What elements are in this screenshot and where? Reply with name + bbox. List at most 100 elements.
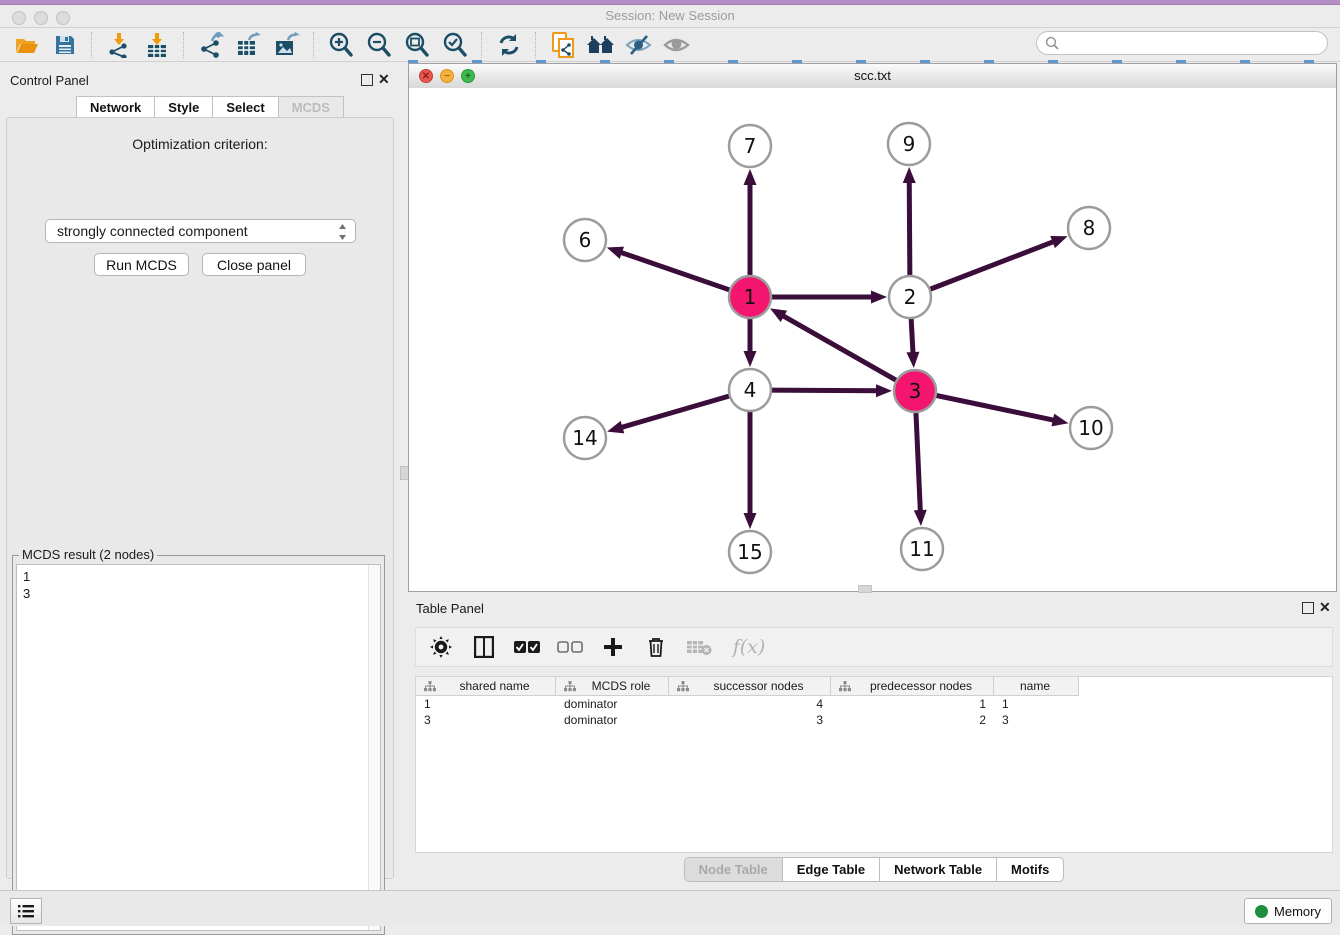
- tab-edge-table[interactable]: Edge Table: [782, 857, 879, 882]
- tab-mcds[interactable]: MCDS: [278, 96, 344, 119]
- add-row-button[interactable]: [600, 634, 626, 660]
- task-history-button[interactable]: [10, 898, 42, 924]
- column-header-successor-nodes[interactable]: successor nodes: [669, 677, 831, 696]
- cell-shared-name[interactable]: 3: [416, 713, 556, 727]
- export-image-button[interactable]: [268, 30, 306, 60]
- mcds-result-group: MCDS result (2 nodes) 1 3: [12, 555, 385, 935]
- column-header-predecessor-nodes[interactable]: predecessor nodes: [831, 677, 994, 696]
- float-panel-icon[interactable]: [361, 74, 373, 86]
- network-canvas[interactable]: 7968124314101511: [409, 88, 1336, 591]
- close-table-panel-icon[interactable]: ✕: [1319, 602, 1331, 612]
- tab-select[interactable]: Select: [212, 96, 277, 119]
- graph-node-label: 14: [572, 426, 597, 450]
- float-table-panel-icon[interactable]: [1302, 602, 1314, 614]
- table-settings-button[interactable]: [428, 634, 454, 660]
- search-box[interactable]: [1036, 31, 1328, 55]
- chevron-up-down-icon: [338, 223, 347, 244]
- save-session-button[interactable]: [46, 30, 84, 60]
- apply-layout-button[interactable]: [490, 30, 528, 60]
- cell-predecessor-nodes[interactable]: 1: [831, 697, 994, 711]
- edge-arrowhead: [876, 384, 892, 397]
- tab-node-table[interactable]: Node Table: [684, 857, 782, 882]
- clone-network-button[interactable]: [544, 30, 582, 60]
- open-session-button[interactable]: [8, 30, 46, 60]
- zoom-out-icon: [366, 32, 392, 58]
- cell-mcds-role[interactable]: dominator: [556, 697, 669, 711]
- zoom-in-button[interactable]: [322, 30, 360, 60]
- cell-predecessor-nodes[interactable]: 2: [831, 713, 994, 727]
- select-all-button[interactable]: [514, 634, 540, 660]
- search-input[interactable]: [1064, 35, 1318, 52]
- import-table-button[interactable]: [138, 30, 176, 60]
- export-table-button[interactable]: [230, 30, 268, 60]
- graph-edge[interactable]: [909, 179, 910, 280]
- table-row[interactable]: 1 dominator 4 1 1: [416, 696, 1332, 712]
- export-network-icon: [198, 32, 224, 58]
- graph-edge[interactable]: [932, 394, 1057, 420]
- zoom-fit-icon: [404, 32, 430, 58]
- memory-button[interactable]: Memory: [1244, 898, 1332, 924]
- first-neighbors-button[interactable]: [582, 30, 620, 60]
- run-mcds-button[interactable]: Run MCDS: [94, 253, 189, 276]
- export-network-button[interactable]: [192, 30, 230, 60]
- zoom-out-button[interactable]: [360, 30, 398, 60]
- delete-table-icon: [686, 638, 712, 656]
- network-window-titlebar[interactable]: ✕ − + scc.txt: [409, 64, 1336, 89]
- table-row[interactable]: 3 dominator 3 2 3: [416, 712, 1332, 728]
- zoom-fit-button[interactable]: [398, 30, 436, 60]
- fx-icon: f(x): [733, 636, 766, 658]
- mcds-result-list[interactable]: 1 3: [16, 564, 381, 931]
- function-builder-button[interactable]: f(x): [729, 634, 769, 660]
- delete-table-button[interactable]: [686, 634, 712, 660]
- graph-edge[interactable]: [911, 314, 913, 356]
- table-panel-title: Table Panel: [416, 601, 484, 616]
- tab-network-table[interactable]: Network Table: [879, 857, 996, 882]
- delete-row-button[interactable]: [643, 634, 669, 660]
- cell-shared-name[interactable]: 1: [416, 697, 556, 711]
- graph-edge[interactable]: [916, 408, 921, 514]
- graph-edge[interactable]: [926, 241, 1056, 291]
- result-scrollbar[interactable]: [368, 565, 380, 930]
- tab-motifs[interactable]: Motifs: [996, 857, 1064, 882]
- network-view-window: ✕ − + scc.txt 7968124314101511: [408, 63, 1337, 592]
- import-network-button[interactable]: [100, 30, 138, 60]
- graph-edge[interactable]: [619, 395, 734, 428]
- import-table-icon: [145, 32, 169, 58]
- show-graphics-details-button[interactable]: [658, 30, 696, 60]
- graph-edge[interactable]: [618, 251, 734, 291]
- show-columns-button[interactable]: [471, 634, 497, 660]
- graph-node-label: 9: [903, 132, 916, 156]
- cell-name[interactable]: 1: [994, 697, 1079, 711]
- cell-name[interactable]: 3: [994, 713, 1079, 727]
- hide-graphics-details-button[interactable]: [620, 30, 658, 60]
- tab-network[interactable]: Network: [76, 96, 154, 119]
- toolbar-separator: [183, 32, 185, 58]
- deselect-all-button[interactable]: [557, 634, 583, 660]
- column-header-mcds-role[interactable]: MCDS role: [556, 677, 669, 696]
- zoom-selected-icon: [442, 32, 468, 58]
- zoom-selected-button[interactable]: [436, 30, 474, 60]
- canvas-splitter-handle[interactable]: [858, 585, 872, 593]
- dropdown-value: strongly connected component: [57, 223, 248, 239]
- import-network-icon: [106, 32, 132, 58]
- tab-style[interactable]: Style: [154, 96, 212, 119]
- export-image-icon: [274, 32, 300, 58]
- column-header-name[interactable]: name: [994, 677, 1079, 696]
- columns-icon: [474, 636, 494, 658]
- column-header-shared-name[interactable]: shared name: [416, 677, 556, 696]
- graph-node-label: 4: [744, 378, 757, 402]
- edge-arrowhead: [906, 352, 919, 368]
- control-panel-title: Control Panel: [10, 73, 89, 88]
- close-panel-icon[interactable]: ✕: [378, 74, 390, 84]
- graph-node-label: 10: [1078, 416, 1103, 440]
- cell-successor-nodes[interactable]: 3: [669, 713, 831, 727]
- graph-edge[interactable]: [780, 314, 900, 382]
- close-panel-button[interactable]: Close panel: [202, 253, 306, 276]
- cell-successor-nodes[interactable]: 4: [669, 697, 831, 711]
- optimization-criterion-select[interactable]: strongly connected component: [45, 219, 356, 243]
- control-panel-tabs: Network Style Select MCDS: [76, 96, 344, 119]
- graph-edge[interactable]: [767, 390, 880, 391]
- cell-mcds-role[interactable]: dominator: [556, 713, 669, 727]
- table-panel-tabs: Node Table Edge Table Network Table Moti…: [408, 857, 1340, 882]
- eye-icon: [663, 35, 691, 55]
